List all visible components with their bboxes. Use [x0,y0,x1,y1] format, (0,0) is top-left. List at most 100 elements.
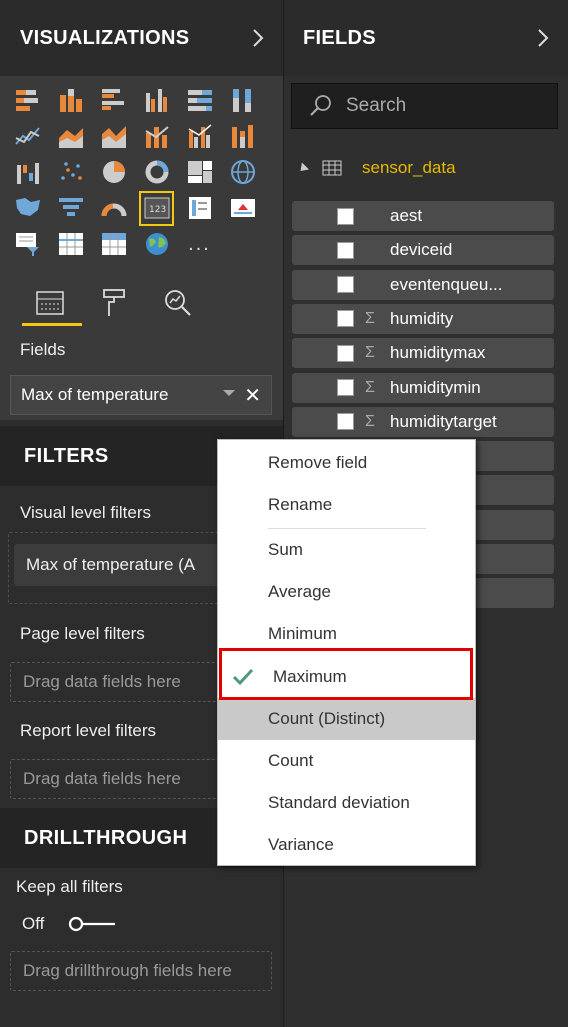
visualizations-title: VISUALIZATIONS [20,26,190,49]
menu-item-label: Sum [268,540,303,559]
drillthrough-dropzone[interactable]: Drag drillthrough fields here [10,951,272,991]
clustered-column-chart-icon[interactable] [142,86,171,115]
menu-item-count-distinct[interactable]: Count (Distinct) [218,698,475,740]
card-icon[interactable]: 123 [139,190,174,226]
waterfall-chart-icon[interactable] [13,158,42,187]
collapse-fields-chevron-icon[interactable] [536,24,550,52]
menu-item-remove-field[interactable]: Remove field [218,442,475,484]
clustered-bar-chart-icon[interactable] [99,86,128,115]
table-icon [322,160,342,176]
menu-item-label: Average [268,582,332,601]
field-name: humiditymin [390,377,481,397]
drillthrough-title: DRILLTHROUGH [24,826,188,849]
slicer-icon[interactable] [13,230,42,259]
field-item[interactable]: eventenqueu... [292,269,554,300]
filters-title: FILTERS [24,444,109,467]
stacked-column-chart-icon[interactable] [56,86,85,115]
field-item[interactable]: aest [292,201,554,231]
field-checkbox[interactable] [337,344,354,362]
field-checkbox[interactable] [337,241,354,259]
field-name: aest [390,206,423,225]
field-item[interactable]: Σhumidity [292,303,554,334]
pie-chart-icon[interactable] [99,158,128,187]
more-visuals-label: ... [188,233,211,255]
search-icon [310,95,331,116]
fields-search-input[interactable]: Search [291,83,558,129]
field-dropdown-chevron-icon[interactable] [223,390,235,396]
menu-item-average[interactable]: Average [218,571,475,613]
field-item[interactable]: Σhumiditytarget [292,406,554,437]
100-stacked-bar-chart-icon[interactable] [185,86,214,115]
funnel-chart-icon[interactable] [56,194,85,223]
map-globe-icon[interactable] [228,158,257,187]
stacked-area-chart-icon[interactable] [99,122,128,151]
menu-item-label: Rename [268,495,333,514]
visual-level-filters-label: Visual level filters [20,503,152,522]
format-paint-roller-icon[interactable] [82,280,146,326]
menu-item-label: Minimum [268,624,337,643]
kpi-icon[interactable] [228,194,257,223]
field-item[interactable]: deviceid [292,235,554,266]
fields-tab-icon[interactable] [18,280,82,326]
menu-item-standard-deviation[interactable]: Standard deviation [218,782,475,824]
visualizations-header: VISUALIZATIONS [0,0,283,76]
keep-all-filters-label: Keep all filters [16,877,123,896]
arcgis-map-icon[interactable] [142,230,171,259]
remove-field-close-icon[interactable]: ✕ [244,383,261,408]
filled-map-icon[interactable] [13,194,42,223]
menu-item-rename[interactable]: Rename [218,484,475,526]
field-item[interactable]: Σhumiditymin [292,372,554,403]
field-checkbox[interactable] [337,413,354,431]
area-chart-icon[interactable] [56,122,85,151]
matrix-visual-icon[interactable] [99,230,128,259]
menu-item-sum[interactable]: Sum [218,529,475,571]
field-name: humiditymax [390,343,486,363]
sigma-icon: Σ [365,412,375,430]
keep-filters-toggle[interactable] [68,916,116,932]
analytics-magnifier-icon[interactable] [146,280,210,326]
field-checkbox[interactable] [337,276,354,294]
table-node-sensor-data[interactable]: sensor_data [296,158,456,178]
page-level-filters-label: Page level filters [20,624,145,643]
report-filters-placeholder: Drag data fields here [23,769,181,788]
sigma-icon: Σ [365,344,375,362]
page-filters-placeholder: Drag data fields here [23,672,181,691]
search-placeholder: Search [346,95,407,116]
stacked-bar-chart-icon[interactable] [13,86,42,115]
menu-item-label: Count [268,751,314,770]
100-stacked-column-chart-icon[interactable] [228,86,257,115]
visual-filter-pill-label: Max of temperature (A [26,555,196,574]
line-and-clustered-column-chart-icon[interactable] [185,122,214,151]
fields-well-label: Fields [20,340,66,359]
field-checkbox[interactable] [337,310,354,328]
line-chart-icon[interactable] [13,122,42,151]
gauge-chart-icon[interactable] [99,194,128,223]
visual-filter-pill[interactable]: Max of temperature (A [14,544,224,586]
ribbon-chart-icon[interactable] [228,122,257,151]
svg-text:123: 123 [149,205,166,215]
fields-header: FIELDS [284,0,568,76]
scatter-chart-icon[interactable] [56,158,85,187]
treemap-icon[interactable] [185,158,214,187]
field-well-value: Max of temperature [21,385,169,404]
more-visuals-icon[interactable]: ... [185,230,214,259]
line-and-stacked-column-chart-icon[interactable] [142,122,171,151]
menu-item-count[interactable]: Count [218,740,475,782]
visualization-icon-grid: 123 ... [13,82,268,262]
drillthrough-placeholder: Drag drillthrough fields here [23,961,232,980]
multi-row-card-icon[interactable] [185,194,214,223]
table-visual-icon[interactable] [56,230,85,259]
collapse-visualizations-chevron-icon[interactable] [251,24,265,52]
field-checkbox[interactable] [337,379,354,396]
menu-item-variance[interactable]: Variance [218,824,475,866]
menu-item-label: Variance [268,835,334,854]
donut-chart-icon[interactable] [142,158,171,187]
menu-item-label: Standard deviation [268,793,410,812]
field-item[interactable]: Σhumiditymax [292,338,554,369]
fields-title: FIELDS [303,26,376,49]
fields-well[interactable]: Max of temperature ✕ [10,375,272,415]
menu-item-label: Remove field [268,453,368,472]
field-checkbox[interactable] [337,207,354,225]
field-name: eventenqueu... [390,274,503,294]
expand-caret-icon[interactable] [296,161,310,175]
